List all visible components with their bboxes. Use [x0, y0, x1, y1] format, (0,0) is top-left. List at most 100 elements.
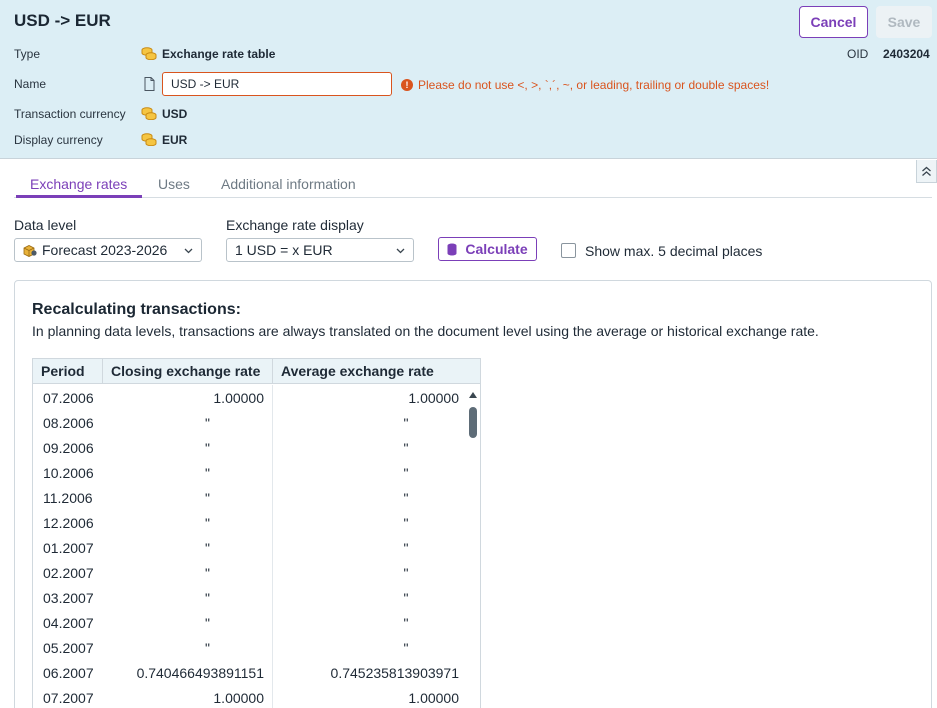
- period-cell: 04.2007: [43, 614, 94, 631]
- scroll-up-arrow-icon[interactable]: [469, 392, 477, 398]
- period-cell: 01.2007: [43, 539, 94, 556]
- average-rate-cell[interactable]: ": [273, 560, 459, 585]
- period-cell: 11.2006: [43, 489, 93, 506]
- transaction-currency-label: Transaction currency: [14, 107, 126, 121]
- table-row[interactable]: 04.2007 " ": [33, 610, 480, 635]
- average-rate-cell[interactable]: ": [273, 460, 459, 485]
- closing-rate-cell[interactable]: ": [103, 510, 273, 535]
- table-row[interactable]: 12.2006 " ": [33, 510, 480, 535]
- table-row[interactable]: 03.2007 " ": [33, 585, 480, 610]
- exchange-rate-display-label: Exchange rate display: [226, 217, 364, 233]
- decimal-places-label[interactable]: Show max. 5 decimal places: [585, 243, 762, 259]
- exchange-rate-display-select[interactable]: 1 USD = x EUR: [226, 238, 414, 262]
- oid-value: 2403204: [883, 47, 930, 61]
- tab-exchange-rates[interactable]: Exchange rates: [30, 176, 127, 192]
- forecast-level-icon: [23, 245, 37, 257]
- decimal-places-checkbox[interactable]: [561, 243, 576, 258]
- closing-rate-cell[interactable]: ": [103, 635, 273, 660]
- table-row[interactable]: 09.2006 " ": [33, 435, 480, 460]
- average-rate-cell[interactable]: ": [273, 510, 459, 535]
- average-rate-cell[interactable]: ": [273, 485, 459, 510]
- data-level-label: Data level: [14, 217, 77, 233]
- coins-icon: [141, 133, 157, 146]
- period-cell: 08.2006: [43, 414, 94, 431]
- average-rate-cell[interactable]: 1.00000: [273, 685, 459, 708]
- calculate-button[interactable]: Calculate: [438, 237, 537, 261]
- object-header: USD -> EUR Cancel Save Type Exchange rat…: [0, 0, 937, 159]
- closing-rate-cell[interactable]: ": [103, 585, 273, 610]
- table-row[interactable]: 07.2007 1.00000 1.00000: [33, 685, 480, 708]
- period-cell: 03.2007: [43, 589, 94, 606]
- chevron-down-icon: [396, 248, 405, 254]
- name-label: Name: [14, 77, 47, 91]
- page-title: USD -> EUR: [14, 11, 111, 30]
- average-rate-cell[interactable]: ": [273, 535, 459, 560]
- tab-bar: Exchange rates Uses Additional informati…: [14, 170, 932, 198]
- table-row[interactable]: 11.2006 " ": [33, 485, 480, 510]
- closing-rate-cell[interactable]: ": [103, 460, 273, 485]
- period-cell: 07.2007: [43, 689, 94, 706]
- panel-title: Recalculating transactions:: [32, 301, 241, 318]
- average-rate-cell[interactable]: ": [273, 610, 459, 635]
- tab-additional-information[interactable]: Additional information: [221, 176, 356, 192]
- average-rate-cell[interactable]: ": [273, 585, 459, 610]
- coins-icon: [141, 107, 157, 120]
- type-label: Type: [14, 47, 41, 61]
- coins-icon: [141, 47, 157, 60]
- period-cell: 05.2007: [43, 639, 94, 656]
- period-cell: 12.2006: [43, 514, 94, 531]
- closing-rate-cell[interactable]: ": [103, 610, 273, 635]
- active-tab-indicator: [16, 195, 142, 198]
- column-header-period[interactable]: Period: [33, 359, 103, 383]
- table-row[interactable]: 02.2007 " ": [33, 560, 480, 585]
- table-header: Period Closing exchange rate Average exc…: [33, 359, 480, 384]
- closing-rate-cell[interactable]: ": [103, 535, 273, 560]
- exchange-rate-panel: Recalculating transactions: In planning …: [14, 280, 932, 708]
- closing-rate-cell[interactable]: 1.00000: [103, 385, 273, 410]
- data-level-value: Forecast 2023-2026: [42, 242, 168, 258]
- exchange-rate-display-value: 1 USD = x EUR: [235, 242, 333, 258]
- scrollbar-thumb[interactable]: [469, 407, 477, 438]
- table-row[interactable]: 05.2007 " ": [33, 635, 480, 660]
- display-currency-value[interactable]: EUR: [162, 133, 187, 147]
- period-cell: 06.2007: [43, 664, 94, 681]
- closing-rate-cell[interactable]: ": [103, 410, 273, 435]
- display-currency-label: Display currency: [14, 133, 103, 147]
- average-rate-cell[interactable]: 1.00000: [273, 385, 459, 410]
- average-rate-cell[interactable]: ": [273, 635, 459, 660]
- column-header-average-rate[interactable]: Average exchange rate: [273, 359, 480, 383]
- table-row[interactable]: 01.2007 " ": [33, 535, 480, 560]
- closing-rate-cell[interactable]: ": [103, 435, 273, 460]
- average-rate-cell[interactable]: 0.745235813903971: [273, 660, 459, 685]
- save-button[interactable]: Save: [876, 6, 932, 38]
- period-cell: 10.2006: [43, 464, 94, 481]
- document-icon: [144, 77, 155, 91]
- average-rate-cell[interactable]: ": [273, 435, 459, 460]
- closing-rate-cell[interactable]: 0.740466493891151: [103, 660, 273, 685]
- closing-rate-cell[interactable]: ": [103, 485, 273, 510]
- type-value: Exchange rate table: [162, 47, 276, 61]
- calculate-label: Calculate: [465, 241, 528, 257]
- table-row[interactable]: 08.2006 " ": [33, 410, 480, 435]
- tab-uses[interactable]: Uses: [158, 176, 190, 192]
- table-row[interactable]: 07.2006 1.00000 1.00000: [33, 385, 480, 410]
- average-rate-cell[interactable]: ": [273, 410, 459, 435]
- column-header-closing-rate[interactable]: Closing exchange rate: [103, 359, 273, 383]
- closing-rate-cell[interactable]: ": [103, 560, 273, 585]
- period-cell: 02.2007: [43, 564, 94, 581]
- exchange-rate-table: Period Closing exchange rate Average exc…: [32, 358, 481, 708]
- closing-rate-cell[interactable]: 1.00000: [103, 685, 273, 708]
- cancel-button[interactable]: Cancel: [799, 6, 868, 38]
- name-error-message: Please do not use <, >, `,´, ~, or leadi…: [418, 78, 770, 92]
- name-input[interactable]: [162, 72, 392, 96]
- error-icon: !: [401, 79, 413, 91]
- transaction-currency-value[interactable]: USD: [162, 107, 187, 121]
- data-level-select[interactable]: Forecast 2023-2026: [14, 238, 202, 262]
- table-row[interactable]: 06.2007 0.740466493891151 0.74523581390397…: [33, 660, 480, 685]
- period-cell: 07.2006: [43, 389, 94, 406]
- chevron-down-icon: [184, 248, 193, 254]
- period-cell: 09.2006: [43, 439, 94, 456]
- panel-description: In planning data levels, transactions ar…: [32, 323, 819, 339]
- table-row[interactable]: 10.2006 " ": [33, 460, 480, 485]
- database-icon: [447, 243, 457, 255]
